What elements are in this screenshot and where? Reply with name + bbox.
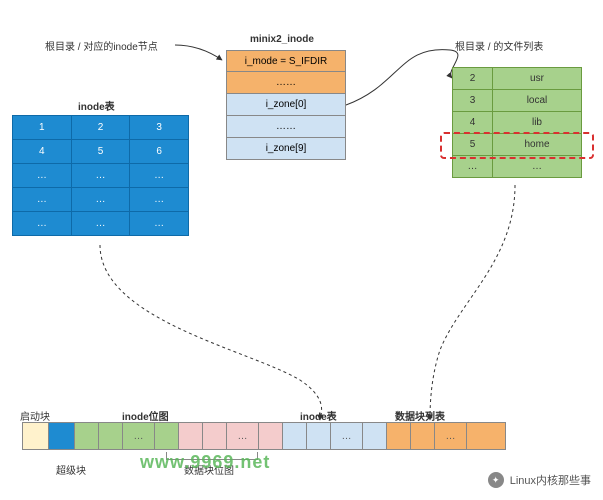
inode-table-grid: 1 2 3 4 5 6 … … … … … … … … …	[12, 115, 189, 236]
data-bitmap-block: …	[226, 422, 258, 450]
inode-cell: 2	[71, 116, 130, 140]
data-bitmap-block	[178, 422, 202, 450]
inode-cell: 4	[13, 140, 72, 164]
inode-table-title: inode表	[78, 98, 115, 113]
inode-bitmap-block	[74, 422, 98, 450]
inode-cell: …	[13, 212, 72, 236]
root-inode-annotation: 根目录 / 对应的inode节点	[45, 38, 158, 53]
minix-row-imode: i_mode = S_IFDIR	[226, 50, 346, 72]
data-block	[466, 422, 506, 450]
minix-row-ellipsis-2: ……	[226, 116, 346, 138]
footer-brand: ✦ Linux内核那些事	[488, 472, 591, 488]
dir-filename: lib	[493, 112, 582, 134]
inode-table-block	[362, 422, 386, 450]
super-block-label: 超级块	[56, 462, 86, 477]
data-block: …	[434, 422, 466, 450]
home-entry-highlight	[440, 132, 594, 159]
inode-table-block	[306, 422, 330, 450]
data-blocks-label: 数据块列表	[395, 408, 445, 423]
root-directory-table: 2 usr 3 local 4 lib 5 home … …	[452, 67, 582, 178]
dir-filename: usr	[493, 68, 582, 90]
inode-cell: …	[71, 212, 130, 236]
root-filelist-annotation: 根目录 / 的文件列表	[455, 38, 543, 53]
inode-bitmap-label: inode位图	[122, 408, 169, 423]
boot-block	[22, 422, 48, 450]
inode-table-block: …	[330, 422, 362, 450]
minix-row-ellipsis-1: ……	[226, 72, 346, 94]
data-block	[410, 422, 434, 450]
inode-cell: 6	[130, 140, 189, 164]
inode-cell: 5	[71, 140, 130, 164]
inode-cell: …	[71, 188, 130, 212]
dir-inode-num: 4	[453, 112, 493, 134]
dir-filename: local	[493, 90, 582, 112]
inode-bitmap-block: …	[122, 422, 154, 450]
inode-cell: …	[130, 212, 189, 236]
inode-cell: …	[130, 188, 189, 212]
data-bitmap-block	[258, 422, 282, 450]
disk-layout-strip: … … … …	[22, 422, 506, 450]
inode-bitmap-block	[154, 422, 178, 450]
super-block	[48, 422, 74, 450]
dir-inode-num: 3	[453, 90, 493, 112]
inode-cell: …	[13, 164, 72, 188]
inode-cell: 3	[130, 116, 189, 140]
footer-text: Linux内核那些事	[510, 472, 591, 488]
minix-row-izone0: i_zone[0]	[226, 94, 346, 116]
inode-cell: 1	[13, 116, 72, 140]
boot-block-label: 启动块	[20, 408, 50, 423]
wechat-icon: ✦	[488, 472, 504, 488]
inode-cell: …	[13, 188, 72, 212]
inode-cell: …	[130, 164, 189, 188]
minix-inode-struct: i_mode = S_IFDIR …… i_zone[0] …… i_zone[…	[226, 50, 346, 160]
inode-table-section-label: inode表	[300, 408, 337, 423]
minix-row-izone9: i_zone[9]	[226, 138, 346, 160]
data-bitmap-block	[202, 422, 226, 450]
watermark-text: www.9969.net	[140, 452, 270, 473]
inode-bitmap-block	[98, 422, 122, 450]
minix-inode-title: minix2_inode	[250, 34, 314, 45]
data-block	[386, 422, 410, 450]
inode-cell: …	[71, 164, 130, 188]
inode-table-block	[282, 422, 306, 450]
dir-inode-num: 2	[453, 68, 493, 90]
